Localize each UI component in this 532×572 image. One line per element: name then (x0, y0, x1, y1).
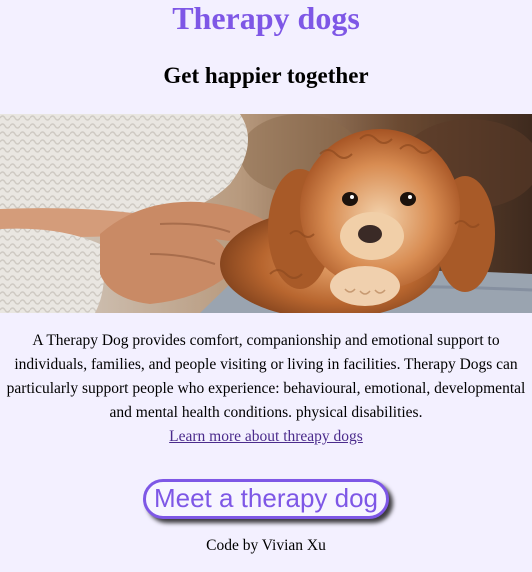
page-subtitle: Get happier together (163, 63, 369, 88)
puppy-photo (0, 114, 532, 313)
description-text: A Therapy Dog provides comfort, companio… (6, 332, 526, 421)
footer-credit: Code by Vivian Xu (206, 537, 326, 554)
hero-image (0, 114, 532, 313)
description-block: A Therapy Dog provides comfort, companio… (2, 329, 530, 449)
meet-therapy-dog-button[interactable]: Meet a therapy dog (142, 479, 390, 519)
page-title: Therapy dogs (172, 0, 360, 36)
learn-more-link[interactable]: Learn more about threapy dogs (169, 425, 363, 449)
cta-container: Meet a therapy dog (0, 479, 532, 523)
